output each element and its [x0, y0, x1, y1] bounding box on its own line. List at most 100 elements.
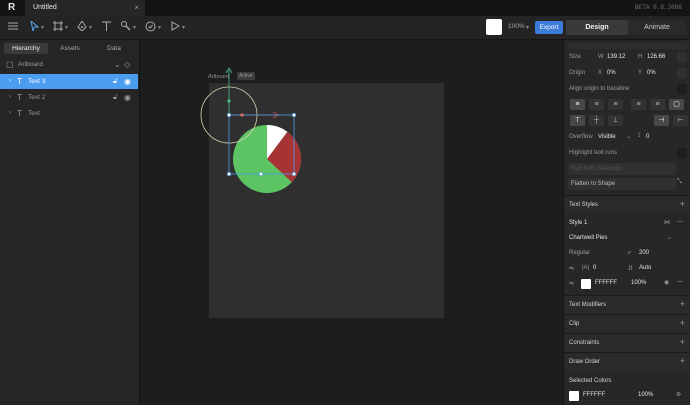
export-button[interactable]: Export	[535, 21, 563, 34]
resize-handle[interactable]	[259, 172, 263, 176]
bone-tool-icon[interactable]	[120, 21, 132, 35]
align-baseline-toggle[interactable]	[677, 84, 687, 94]
selected-hex-value[interactable]: FFFFFF	[583, 392, 605, 398]
origin-y-input[interactable]: 0%	[647, 70, 656, 76]
font-weight-dropdown[interactable]: Regular	[569, 250, 590, 256]
section-text-modifiers[interactable]: Text Modifiers +	[564, 295, 690, 314]
rotation-handle[interactable]	[227, 99, 231, 103]
add-icon[interactable]: +	[680, 337, 685, 347]
close-tab-icon[interactable]: ×	[134, 3, 139, 12]
resize-handle[interactable]	[227, 172, 231, 176]
style-name[interactable]: Style 1	[569, 220, 587, 226]
origin-x-input[interactable]: 0%	[607, 70, 616, 76]
expand-chevron-icon[interactable]: ›	[9, 106, 11, 121]
remove-icon[interactable]: —	[677, 279, 683, 285]
layer-artboard[interactable]: ▢ Artboard ⌄ ◇	[0, 57, 138, 72]
line-height-input[interactable]: Auto	[639, 265, 651, 271]
resize-handle[interactable]	[227, 113, 231, 117]
lock-icon[interactable]: 🔓︎	[113, 74, 118, 89]
chevron-down-icon[interactable]: ▾	[158, 22, 161, 34]
expand-chevron-icon[interactable]: ›	[9, 90, 11, 105]
chevron-down-icon[interactable]: ⌄	[626, 133, 631, 140]
section-constraints[interactable]: Constraints +	[564, 333, 690, 352]
sizing-fixed-icon[interactable]: ⊣	[654, 115, 669, 126]
align-right-icon[interactable]: ≡	[608, 99, 623, 110]
flatten-to-shape-button[interactable]: Flatten to Shape	[568, 178, 676, 190]
tab-assets[interactable]: Assets	[48, 43, 92, 54]
selected-color-swatch[interactable]	[569, 391, 579, 401]
add-icon[interactable]: +	[680, 318, 685, 328]
align-center-icon[interactable]: ≡	[589, 99, 604, 110]
chevron-down-icon[interactable]: ▾	[182, 22, 185, 34]
eye-icon[interactable]: ◉	[664, 279, 669, 286]
highlight-runs-toggle[interactable]	[677, 148, 687, 158]
fill-hex-input[interactable]: FFFFFF	[595, 280, 617, 286]
valign-middle-icon[interactable]: ┼	[589, 115, 604, 126]
chevron-down-icon[interactable]: ▾	[65, 22, 68, 34]
resize-handle[interactable]	[292, 172, 296, 176]
font-size-input[interactable]: 200	[639, 250, 649, 256]
tag-icon[interactable]: ◇	[124, 57, 130, 72]
justify-left-icon[interactable]: ≡	[631, 99, 646, 110]
play-icon[interactable]	[169, 21, 181, 35]
lock-icon[interactable]: 🔓︎	[113, 90, 118, 105]
selected-opacity-value[interactable]: 100%	[638, 392, 653, 398]
overflow-number-input[interactable]: 0	[646, 134, 649, 140]
app-logo[interactable]: R	[8, 3, 18, 13]
font-family-dropdown[interactable]: Chartwell Pies	[569, 235, 607, 241]
fill-color-swatch[interactable]	[581, 279, 591, 289]
tab-animate[interactable]: Animate	[628, 20, 686, 35]
origin-preset-icon[interactable]	[677, 68, 687, 78]
pivot-handle[interactable]	[240, 113, 244, 117]
select-tool-icon[interactable]	[28, 19, 40, 35]
layer-text-3[interactable]: › T Text 3 🔓︎ ◉	[0, 74, 138, 89]
layer-text[interactable]: › T Text	[0, 106, 138, 121]
artboard-tool-icon[interactable]	[52, 21, 64, 35]
link-dimensions-icon[interactable]	[677, 52, 687, 62]
fill-opacity-input[interactable]: 100%	[631, 280, 646, 286]
add-icon[interactable]: +	[680, 356, 685, 366]
section-text-styles[interactable]: Text Styles +	[564, 195, 690, 214]
ellipse-tool-icon[interactable]	[144, 21, 156, 35]
resize-handle[interactable]	[292, 113, 296, 117]
layer-text-2[interactable]: › T Text 2 🔓︎ ◉	[0, 90, 138, 105]
document-tab[interactable]: Untitled ×	[25, 0, 145, 16]
eye-icon[interactable]: ◉	[124, 90, 131, 105]
chevron-down-icon[interactable]: ▾	[526, 22, 529, 34]
valign-bottom-icon[interactable]: ⊥	[608, 115, 623, 126]
hamburger-icon[interactable]	[6, 21, 20, 35]
width-input[interactable]: 139.12	[607, 54, 625, 60]
valign-top-icon[interactable]: ⊤	[570, 115, 585, 126]
add-icon[interactable]: +	[680, 299, 685, 309]
flatten-icon[interactable]: ⤡	[677, 179, 682, 186]
add-icon[interactable]: +	[680, 199, 685, 209]
target-icon[interactable]: ⊕	[676, 391, 681, 398]
chevron-down-icon[interactable]: ⌄	[667, 234, 672, 241]
expand-chevron-icon[interactable]: ⌄	[114, 57, 121, 72]
canvas[interactable]: Artboard Active	[141, 40, 562, 405]
tab-design[interactable]: Design	[566, 20, 628, 35]
tracking-input[interactable]: 0	[593, 265, 596, 271]
remove-icon[interactable]: —	[677, 219, 683, 225]
overflow-dropdown[interactable]: Visible	[598, 134, 616, 140]
run-from-selection-button[interactable]: Run from Selection	[568, 163, 676, 175]
zoom-level[interactable]: 100%	[508, 23, 525, 30]
justify-right-icon[interactable]: ≡	[650, 99, 665, 110]
tab-hierarchy[interactable]: Hierarchy	[4, 43, 48, 54]
chevron-down-icon[interactable]: ▾	[41, 22, 44, 34]
pie-chart-text[interactable]	[233, 125, 302, 193]
chevron-down-icon[interactable]: ▾	[89, 22, 92, 34]
chevron-down-icon[interactable]: ▾	[133, 22, 136, 34]
frame-box-icon[interactable]: ▢	[669, 99, 684, 110]
align-left-icon[interactable]: ≡	[570, 99, 585, 110]
section-clip[interactable]: Clip +	[564, 314, 690, 333]
unlink-style-icon[interactable]: ⋈	[664, 219, 670, 226]
height-input[interactable]: 126.66	[647, 54, 665, 60]
fill-color-swatch[interactable]	[486, 19, 502, 35]
text-tool-icon[interactable]	[100, 21, 112, 35]
tab-data[interactable]: Data	[92, 43, 136, 54]
pen-tool-icon[interactable]	[76, 20, 88, 35]
eye-icon[interactable]: ◉	[124, 74, 131, 89]
sizing-auto-icon[interactable]: ⊢	[673, 115, 688, 126]
section-draw-order[interactable]: Draw Order +	[564, 352, 690, 371]
